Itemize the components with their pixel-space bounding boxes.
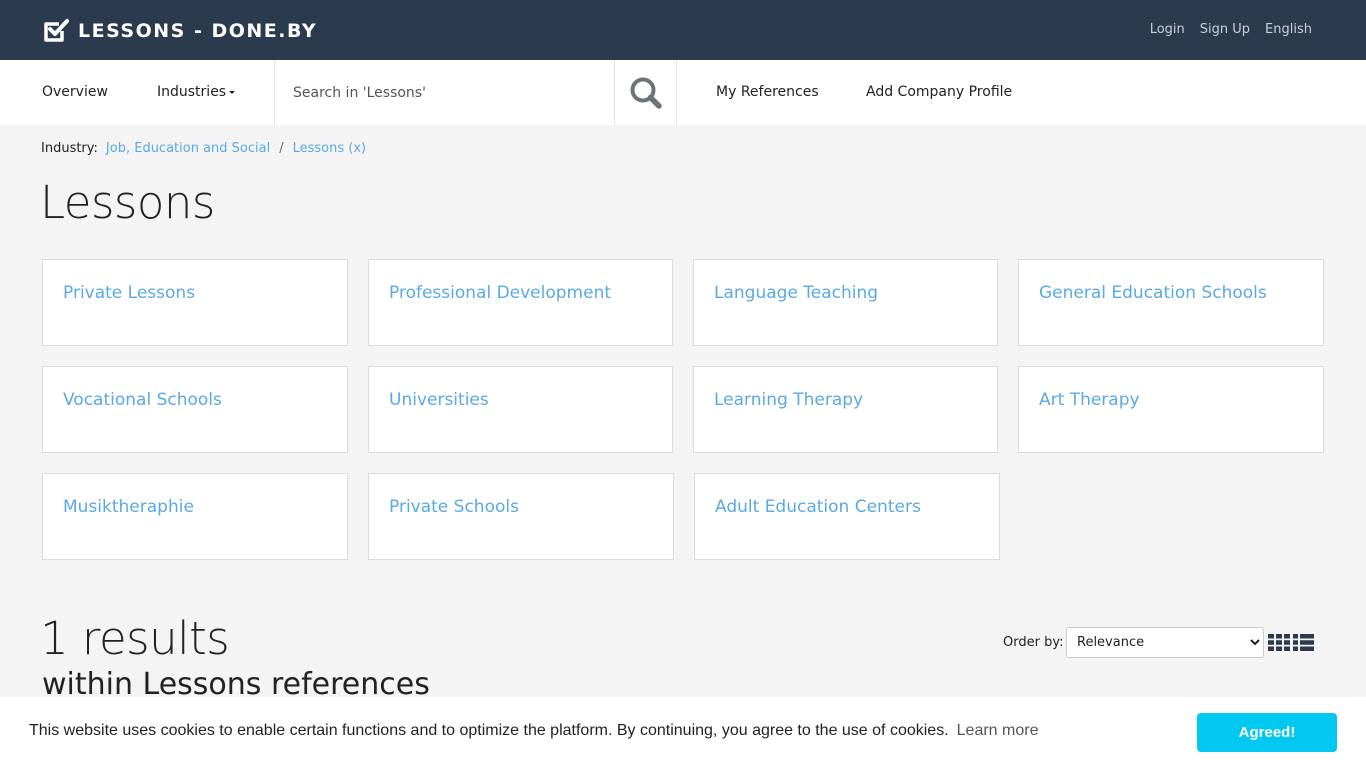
category-card[interactable]: Vocational Schools bbox=[42, 366, 348, 453]
main-nav: Overview Industries My References Add Co… bbox=[0, 60, 1366, 125]
category-label: Language Teaching bbox=[714, 283, 879, 303]
nav-my-references[interactable]: My References bbox=[716, 60, 819, 125]
caret-down-icon bbox=[229, 90, 236, 94]
learn-more-link[interactable]: Learn more bbox=[957, 722, 1039, 739]
category-label: General Education Schools bbox=[1039, 283, 1267, 303]
logo-text: LESSONS - DONE.BY bbox=[78, 20, 318, 42]
language-link[interactable]: English bbox=[1265, 21, 1312, 39]
order-by-label: Order by: bbox=[1003, 635, 1064, 650]
category-label: Universities bbox=[389, 390, 489, 410]
breadcrumb-label: Industry: bbox=[41, 141, 98, 156]
page-title: Lessons bbox=[40, 176, 215, 229]
site-logo[interactable]: LESSONS - DONE.BY bbox=[42, 18, 317, 44]
category-card[interactable]: Learning Therapy bbox=[693, 366, 998, 453]
category-label: Art Therapy bbox=[1039, 390, 1140, 410]
category-label: Private Lessons bbox=[63, 283, 196, 303]
category-card[interactable]: Musiktheraphie bbox=[42, 473, 348, 560]
category-label: Adult Education Centers bbox=[715, 497, 921, 517]
accept-cookies-button[interactable]: Agreed! bbox=[1197, 713, 1337, 752]
search-button[interactable] bbox=[614, 60, 677, 125]
login-link[interactable]: Login bbox=[1150, 21, 1185, 39]
search-input[interactable] bbox=[275, 60, 614, 125]
category-card[interactable]: Private Lessons bbox=[42, 259, 348, 346]
breadcrumb-separator: / bbox=[279, 141, 284, 156]
results-count: 1 results bbox=[40, 612, 230, 665]
list-view-icon[interactable] bbox=[1293, 634, 1314, 651]
category-card[interactable]: Private Schools bbox=[368, 473, 674, 560]
account-links: Login Sign Up English bbox=[1150, 21, 1312, 39]
order-by-select[interactable]: Relevance bbox=[1066, 627, 1264, 658]
nav-industries[interactable]: Industries bbox=[157, 60, 236, 125]
grid-view-icon[interactable] bbox=[1268, 634, 1290, 651]
nav-overview[interactable]: Overview bbox=[42, 60, 108, 125]
breadcrumb: Industry: Job, Education and Social / Le… bbox=[41, 141, 366, 157]
category-card[interactable]: General Education Schools bbox=[1018, 259, 1324, 346]
check-square-icon bbox=[44, 19, 69, 42]
top-header: LESSONS - DONE.BY Login Sign Up English bbox=[0, 0, 1366, 60]
category-label: Musiktheraphie bbox=[63, 497, 194, 517]
nav-industries-label: Industries bbox=[157, 84, 227, 100]
category-card[interactable]: Adult Education Centers bbox=[694, 473, 1000, 560]
breadcrumb-item-industry[interactable]: Job, Education and Social bbox=[106, 141, 270, 157]
breadcrumb-item-lessons[interactable]: Lessons (x) bbox=[293, 141, 367, 157]
category-card[interactable]: Universities bbox=[368, 366, 673, 453]
search-box bbox=[274, 60, 677, 125]
category-card[interactable]: Professional Development bbox=[368, 259, 673, 346]
cookie-message: This website uses cookies to enable cert… bbox=[29, 721, 1038, 741]
search-icon bbox=[630, 77, 662, 109]
cookie-text: This website uses cookies to enable cert… bbox=[29, 722, 949, 739]
category-label: Vocational Schools bbox=[63, 390, 222, 410]
category-label: Private Schools bbox=[389, 497, 519, 517]
cookie-banner: This website uses cookies to enable cert… bbox=[0, 697, 1366, 768]
nav-add-company-profile[interactable]: Add Company Profile bbox=[866, 60, 1012, 125]
category-label: Professional Development bbox=[389, 283, 612, 303]
category-label: Learning Therapy bbox=[714, 390, 864, 410]
signup-link[interactable]: Sign Up bbox=[1200, 21, 1250, 39]
category-card[interactable]: Language Teaching bbox=[693, 259, 998, 346]
category-card[interactable]: Art Therapy bbox=[1018, 366, 1324, 453]
